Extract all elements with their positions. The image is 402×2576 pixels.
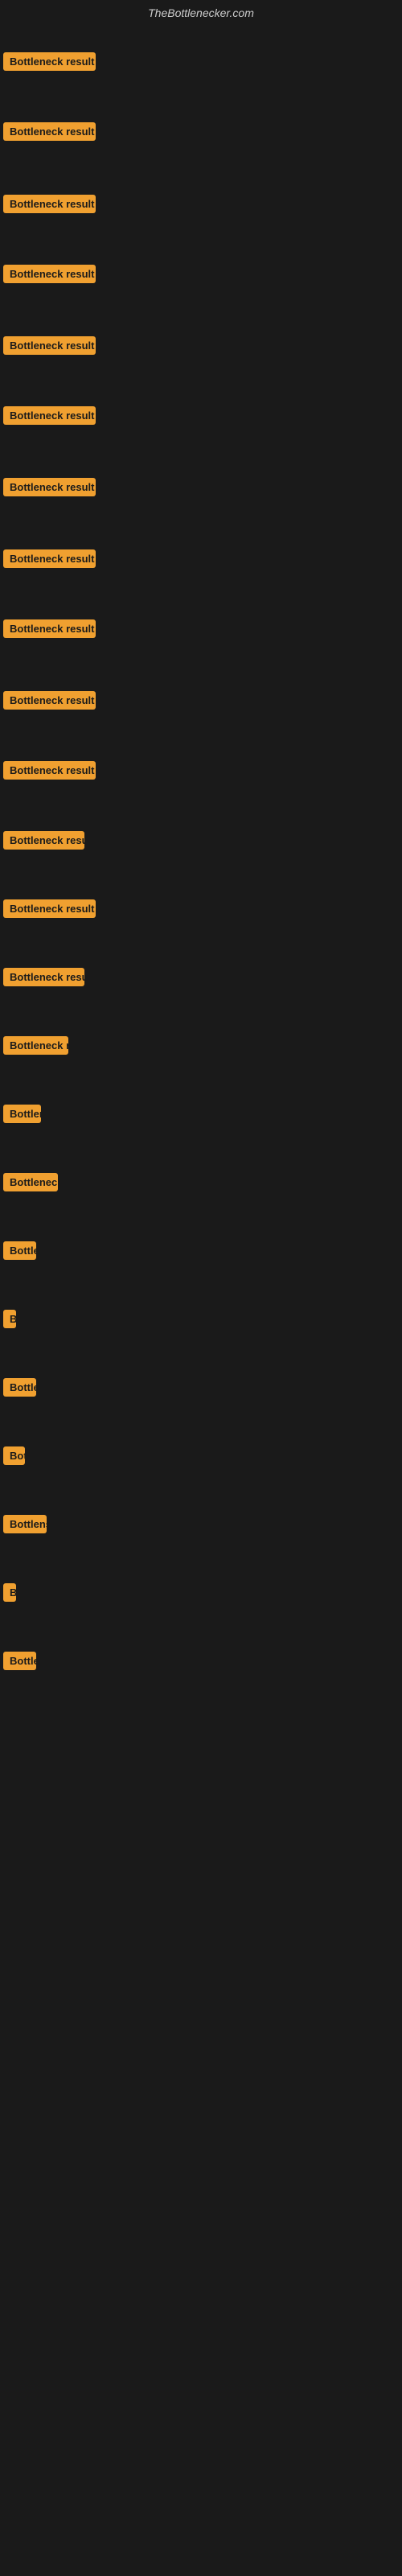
bottleneck-badge-17[interactable]: Bottleneck bbox=[3, 1173, 58, 1191]
bottleneck-badge-13[interactable]: Bottleneck result bbox=[3, 899, 96, 918]
result-row-23: B bbox=[0, 1578, 19, 1611]
result-row-11: Bottleneck result bbox=[0, 756, 99, 788]
badges-container: Bottleneck result Bottleneck result Bottle… bbox=[0, 26, 402, 2576]
bottleneck-badge-9[interactable]: Bottleneck result bbox=[3, 619, 96, 638]
result-row-3: Bottleneck result bbox=[0, 190, 99, 222]
bottleneck-badge-23[interactable]: B bbox=[3, 1583, 16, 1602]
bottleneck-badge-18[interactable]: Bottle bbox=[3, 1241, 36, 1260]
bottleneck-badge-1[interactable]: Bottleneck result bbox=[3, 52, 96, 71]
bottleneck-badge-20[interactable]: Bottle bbox=[3, 1378, 36, 1397]
bottleneck-badge-22[interactable]: Bottlens bbox=[3, 1515, 47, 1533]
bottleneck-badge-11[interactable]: Bottleneck result bbox=[3, 761, 96, 780]
bottleneck-badge-10[interactable]: Bottleneck result bbox=[3, 691, 96, 710]
result-row-12: Bottleneck resu bbox=[0, 826, 88, 858]
result-row-7: Bottleneck result bbox=[0, 473, 99, 505]
bottleneck-badge-6[interactable]: Bottleneck result bbox=[3, 406, 96, 425]
result-row-2: Bottleneck result bbox=[0, 117, 99, 150]
result-row-9: Bottleneck result bbox=[0, 615, 99, 647]
bottleneck-badge-2[interactable]: Bottleneck result bbox=[3, 122, 96, 141]
result-row-15: Bottleneck r bbox=[0, 1031, 72, 1064]
bottleneck-badge-5[interactable]: Bottleneck result bbox=[3, 336, 96, 355]
result-row-13: Bottleneck result bbox=[0, 895, 99, 927]
bottleneck-badge-8[interactable]: Bottleneck result bbox=[3, 549, 96, 568]
result-row-20: Bottle bbox=[0, 1373, 39, 1405]
result-row-19: B bbox=[0, 1305, 19, 1337]
result-row-10: Bottleneck result bbox=[0, 686, 99, 718]
result-row-18: Bottle bbox=[0, 1237, 39, 1269]
bottleneck-badge-3[interactable]: Bottleneck result bbox=[3, 195, 96, 213]
bottleneck-badge-4[interactable]: Bottleneck result bbox=[3, 265, 96, 283]
result-row-21: Bott bbox=[0, 1442, 28, 1474]
result-row-16: Bottlen bbox=[0, 1100, 44, 1132]
result-row-24: Bottle bbox=[0, 1647, 39, 1679]
bottleneck-badge-7[interactable]: Bottleneck result bbox=[3, 478, 96, 496]
result-row-6: Bottleneck result bbox=[0, 401, 99, 434]
bottleneck-badge-12[interactable]: Bottleneck resu bbox=[3, 831, 84, 850]
bottleneck-badge-24[interactable]: Bottle bbox=[3, 1652, 36, 1670]
result-row-5: Bottleneck result bbox=[0, 331, 99, 364]
result-row-14: Bottleneck resu bbox=[0, 963, 88, 995]
result-row-1: Bottleneck result bbox=[0, 47, 99, 80]
result-row-4: Bottleneck result bbox=[0, 260, 99, 292]
bottleneck-badge-15[interactable]: Bottleneck r bbox=[3, 1036, 68, 1055]
bottleneck-badge-19[interactable]: B bbox=[3, 1310, 16, 1328]
bottleneck-badge-14[interactable]: Bottleneck resu bbox=[3, 968, 84, 986]
result-row-22: Bottlens bbox=[0, 1510, 50, 1542]
result-row-8: Bottleneck result bbox=[0, 545, 99, 577]
site-title: TheBottlenecker.com bbox=[0, 0, 402, 26]
result-row-17: Bottleneck bbox=[0, 1168, 61, 1200]
bottleneck-badge-21[interactable]: Bott bbox=[3, 1446, 25, 1465]
bottleneck-badge-16[interactable]: Bottlen bbox=[3, 1105, 41, 1123]
